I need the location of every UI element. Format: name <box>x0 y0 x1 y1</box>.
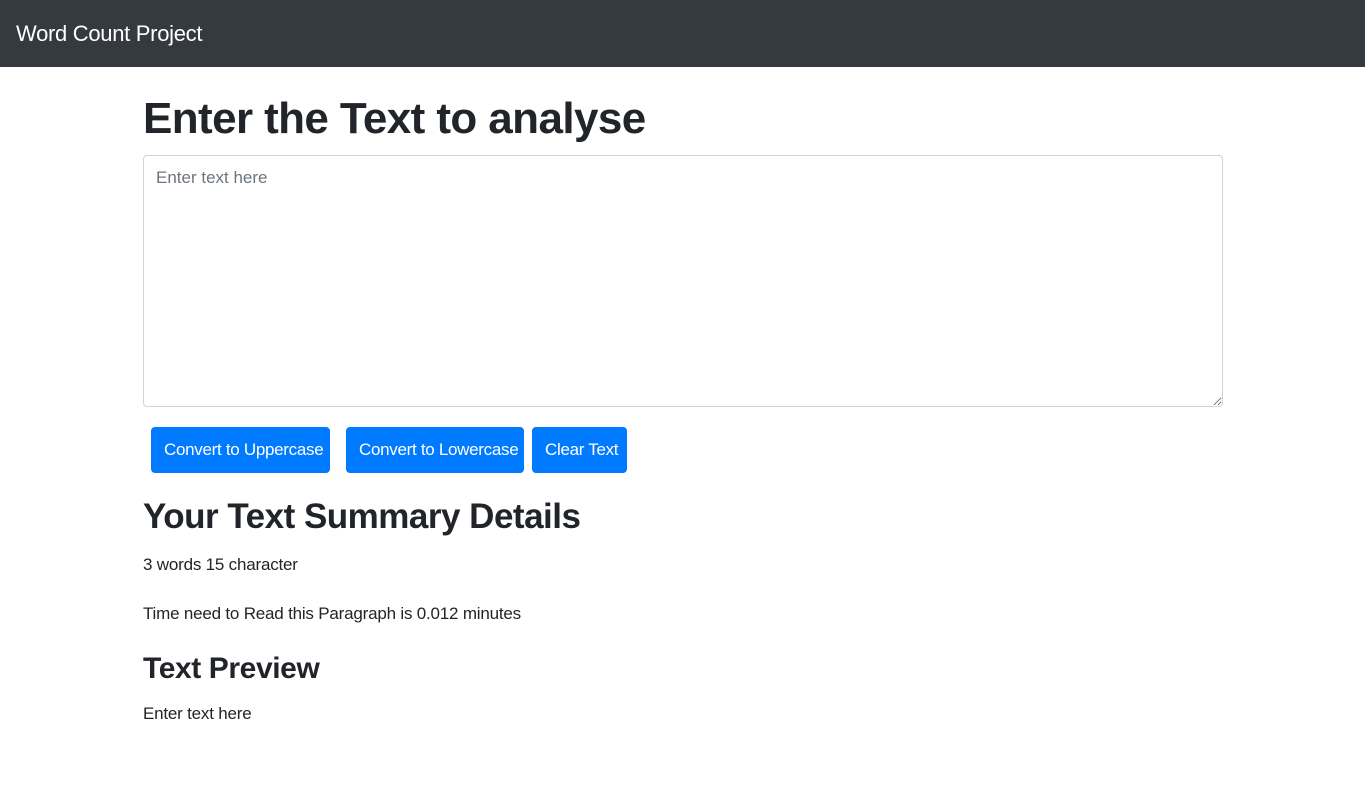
page-title: Enter the Text to analyse <box>143 94 646 143</box>
clear-text-button[interactable]: Clear Text <box>532 427 627 473</box>
convert-uppercase-button[interactable]: Convert to Uppercase <box>151 427 330 473</box>
word-character-count: 3 words 15 character <box>143 555 298 574</box>
preview-text: Enter text here <box>143 704 252 723</box>
navbar: Word Count Project <box>0 0 1365 67</box>
navbar-brand[interactable]: Word Count Project <box>16 21 202 47</box>
summary-title: Your Text Summary Details <box>143 497 581 536</box>
convert-lowercase-button[interactable]: Convert to Lowercase <box>346 427 524 473</box>
preview-title: Text Preview <box>143 652 320 685</box>
read-time: Time need to Read this Paragraph is 0.01… <box>143 604 521 623</box>
text-input[interactable] <box>143 155 1223 407</box>
